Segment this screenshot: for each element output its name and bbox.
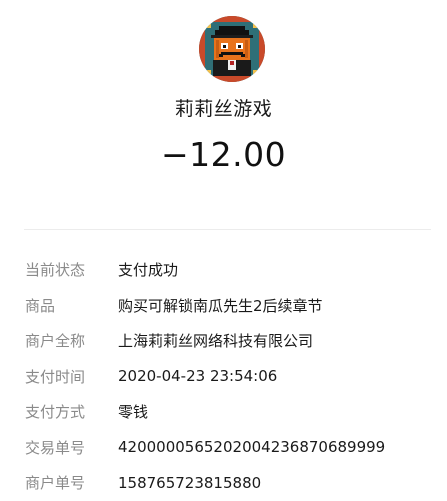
pumpkin-gentleman-avatar-icon (199, 16, 265, 82)
detail-label: 交易单号 (25, 438, 86, 457)
detail-value: 零钱 (118, 403, 149, 422)
detail-label: 当前状态 (25, 261, 86, 280)
merchant-avatar (199, 16, 265, 82)
detail-label: 支付时间 (25, 367, 86, 386)
detail-value: 4200000565202004236870689999 (118, 438, 386, 457)
detail-row-merchant-fullname: 商户全称 上海莉莉丝网络科技有限公司 (0, 323, 447, 359)
detail-value: 158765723815880 (118, 473, 262, 492)
detail-value: 支付成功 (118, 261, 179, 280)
detail-row-payment-method: 支付方式 零钱 (0, 394, 447, 430)
detail-row-product: 商品 购买可解锁南瓜先生2后续章节 (0, 288, 447, 324)
payment-amount: −12.00 (160, 135, 287, 174)
detail-label: 支付方式 (25, 403, 86, 422)
detail-row-transaction-id: 交易单号 4200000565202004236870689999 (0, 430, 447, 466)
detail-row-status: 当前状态 支付成功 (0, 252, 447, 288)
detail-value: 购买可解锁南瓜先生2后续章节 (118, 296, 323, 315)
merchant-name: 莉莉丝游戏 (174, 98, 273, 120)
transaction-details: 当前状态 支付成功 商品 购买可解锁南瓜先生2后续章节 商户全称 上海莉莉丝网络… (0, 252, 447, 501)
detail-label: 商户全称 (25, 332, 86, 351)
detail-row-payment-time: 支付时间 2020-04-23 23:54:06 (0, 359, 447, 395)
detail-label: 商户单号 (25, 474, 86, 493)
section-divider (24, 229, 431, 230)
detail-value: 2020-04-23 23:54:06 (118, 367, 278, 386)
payment-header: 莉莉丝游戏 −12.00 (0, 0, 447, 230)
detail-row-merchant-order-id: 商户单号 158765723815880 (0, 465, 447, 501)
detail-value: 上海莉莉丝网络科技有限公司 (118, 332, 314, 351)
detail-label: 商品 (25, 296, 56, 315)
